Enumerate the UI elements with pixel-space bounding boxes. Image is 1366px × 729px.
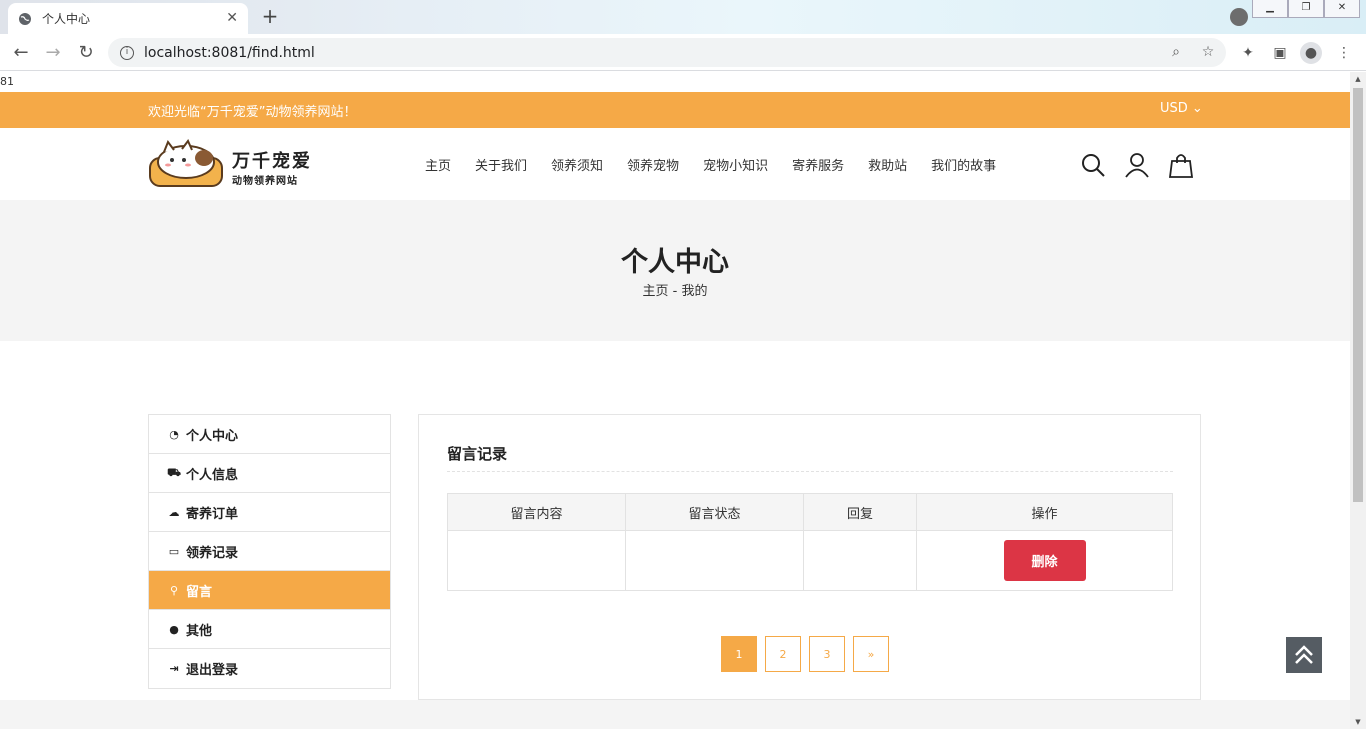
pagination: 1 2 3 »	[721, 636, 897, 672]
scroll-down-icon[interactable]: ▼	[1350, 715, 1366, 729]
sidebar-item-label: 其他	[186, 623, 213, 639]
new-tab-button[interactable]: +	[256, 5, 284, 29]
url-text: localhost:8081/find.html	[144, 44, 315, 61]
close-window-icon[interactable]: ✕	[1324, 0, 1360, 18]
browser-tab[interactable]: 个人中心 ✕	[8, 3, 248, 34]
shopping-bag-icon[interactable]	[1168, 152, 1194, 178]
site-info-icon[interactable]: i	[120, 45, 134, 60]
tab-search-icon[interactable]	[1230, 8, 1248, 26]
reload-icon[interactable]: ↻	[75, 42, 97, 64]
page-3-button[interactable]: 3	[809, 636, 845, 672]
col-header-status: 留言状态	[625, 493, 804, 531]
title-divider	[447, 471, 1173, 472]
site-header: 万千宠爱 动物领养网站 主页 关于我们 领养须知 领养宠物 宠物小知识 寄养服务…	[0, 128, 1350, 200]
tab-title: 个人中心	[42, 12, 91, 26]
nav-our-story[interactable]: 我们的故事	[931, 155, 996, 174]
sidebar-item-label: 领养记录	[186, 545, 239, 561]
col-header-reply: 回复	[803, 493, 917, 531]
nav-adopt-pets[interactable]: 领养宠物	[627, 155, 679, 174]
cell-reply	[803, 530, 917, 591]
delete-button[interactable]: 删除	[1003, 540, 1086, 581]
zoom-icon[interactable]: ⌕	[1164, 38, 1188, 67]
main-nav: 主页 关于我们 领养须知 领养宠物 宠物小知识 寄养服务 救助站 我们的故事	[425, 155, 1020, 174]
welcome-text: 欢迎光临“万千宠爱”动物领养网站！	[148, 105, 357, 120]
map-marker-icon: ⚲	[169, 583, 179, 597]
page-1-button[interactable]: 1	[721, 636, 757, 672]
nav-about[interactable]: 关于我们	[475, 155, 527, 174]
bookmark-star-icon[interactable]: ☆	[1196, 38, 1220, 67]
double-chevron-up-icon	[1295, 645, 1313, 664]
cloud-download-icon: ☁	[168, 505, 180, 519]
message-records-panel: 留言记录 留言内容 留言状态 回复 操作 删除 1 2 3 »	[418, 414, 1201, 700]
cell-action: 删除	[916, 530, 1173, 591]
menu-kebab-icon[interactable]: ⋮	[1333, 42, 1355, 64]
table-header-row: 留言内容 留言状态 回复 操作	[447, 493, 1173, 531]
back-to-top-button[interactable]	[1286, 637, 1322, 673]
logo-subtitle: 动物领养网站	[232, 176, 298, 187]
page-2-button[interactable]: 2	[765, 636, 801, 672]
globe-icon	[19, 12, 31, 25]
nav-foster-service[interactable]: 寄养服务	[792, 155, 844, 174]
sidebar-item-label: 退出登录	[186, 663, 239, 678]
page-banner: 个人中心 主页 - 我的	[0, 200, 1350, 341]
logo-title: 万千宠爱	[232, 151, 312, 172]
sidebar-item-foster-orders[interactable]: ☁ 寄养订单	[149, 493, 390, 532]
sidebar-item-label: 个人中心	[186, 428, 239, 444]
page-title: 个人中心	[621, 247, 729, 278]
forward-icon[interactable]: →	[42, 42, 64, 64]
restore-icon[interactable]: ❐	[1288, 0, 1324, 18]
col-header-content: 留言内容	[447, 493, 626, 531]
user-account-icon[interactable]	[1124, 152, 1150, 178]
cart-icon: ⛟	[167, 465, 181, 479]
cell-content	[447, 530, 626, 591]
stray-text: 81	[0, 75, 14, 88]
nav-home[interactable]: 主页	[425, 155, 451, 174]
sidebar-item-messages[interactable]: ⚲ 留言	[149, 571, 390, 610]
sidebar-item-adoption-records[interactable]: ▭ 领养记录	[149, 532, 390, 571]
window-controls: ▁ ❐ ✕	[1252, 0, 1360, 18]
col-header-action: 操作	[916, 493, 1173, 531]
profile-avatar-icon[interactable]: ●	[1300, 42, 1322, 64]
panel-title: 留言记录	[447, 445, 508, 463]
footer-strip	[0, 700, 1350, 729]
sidebar-item-label: 个人信息	[186, 467, 239, 483]
scrollbar-thumb[interactable]	[1353, 88, 1363, 502]
side-panel-icon[interactable]: ▣	[1269, 42, 1291, 64]
back-icon[interactable]: ←	[10, 42, 32, 64]
message-table: 留言内容 留言状态 回复 操作 删除	[447, 493, 1173, 591]
user-icon: ●	[169, 622, 179, 636]
nav-adoption-notice[interactable]: 领养须知	[551, 155, 603, 174]
nav-pet-tips[interactable]: 宠物小知识	[703, 155, 768, 174]
sidebar-item-label: 留言	[186, 584, 213, 600]
nav-rescue-station[interactable]: 救助站	[868, 155, 907, 174]
sidebar-item-dashboard[interactable]: ◔ 个人中心	[149, 415, 390, 454]
browser-tab-strip: 个人中心 ✕ + ▁ ❐ ✕	[0, 0, 1366, 34]
cell-status	[625, 530, 804, 591]
top-announcement-bar: 欢迎光临“万千宠爱”动物领养网站！ USD ⌄	[0, 92, 1350, 128]
page-viewport: 81 欢迎光临“万千宠爱”动物领养网站！ USD ⌄ 万千宠爱 动物领养网站 主…	[0, 72, 1350, 729]
sign-out-icon: ⇥	[169, 662, 179, 675]
url-input[interactable]: i localhost:8081/find.html ⌕ ☆	[108, 38, 1226, 67]
table-row: 删除	[447, 530, 1173, 591]
tab-close-icon[interactable]: ✕	[226, 10, 238, 26]
cat-logo-icon	[149, 139, 223, 187]
credit-card-icon: ▭	[168, 544, 180, 558]
scroll-up-icon[interactable]: ▲	[1350, 72, 1366, 86]
minimize-icon[interactable]: ▁	[1252, 0, 1288, 18]
page-scrollbar[interactable]: ▲ ▼	[1350, 72, 1366, 729]
sidebar-item-logout[interactable]: ⇥ 退出登录	[149, 649, 390, 688]
address-bar-row: ← → ↻ i localhost:8081/find.html ⌕ ☆ ✦ ▣…	[0, 34, 1366, 71]
breadcrumb: 主页 - 我的	[642, 284, 708, 299]
next-page-button[interactable]: »	[853, 636, 889, 672]
dashboard-icon: ◔	[169, 427, 179, 441]
sidebar-item-label: 寄养订单	[186, 506, 239, 522]
account-sidebar: ◔ 个人中心 ⛟ 个人信息 ☁ 寄养订单 ▭ 领养记录 ⚲ 留言 ● 其他 ⇥ …	[148, 414, 391, 689]
sidebar-item-other[interactable]: ● 其他	[149, 610, 390, 649]
sidebar-item-profile[interactable]: ⛟ 个人信息	[149, 454, 390, 493]
site-logo[interactable]: 万千宠爱 动物领养网站	[148, 138, 324, 190]
currency-select[interactable]: USD ⌄	[1160, 101, 1203, 116]
search-icon[interactable]	[1080, 152, 1106, 178]
extensions-icon[interactable]: ✦	[1237, 42, 1259, 64]
